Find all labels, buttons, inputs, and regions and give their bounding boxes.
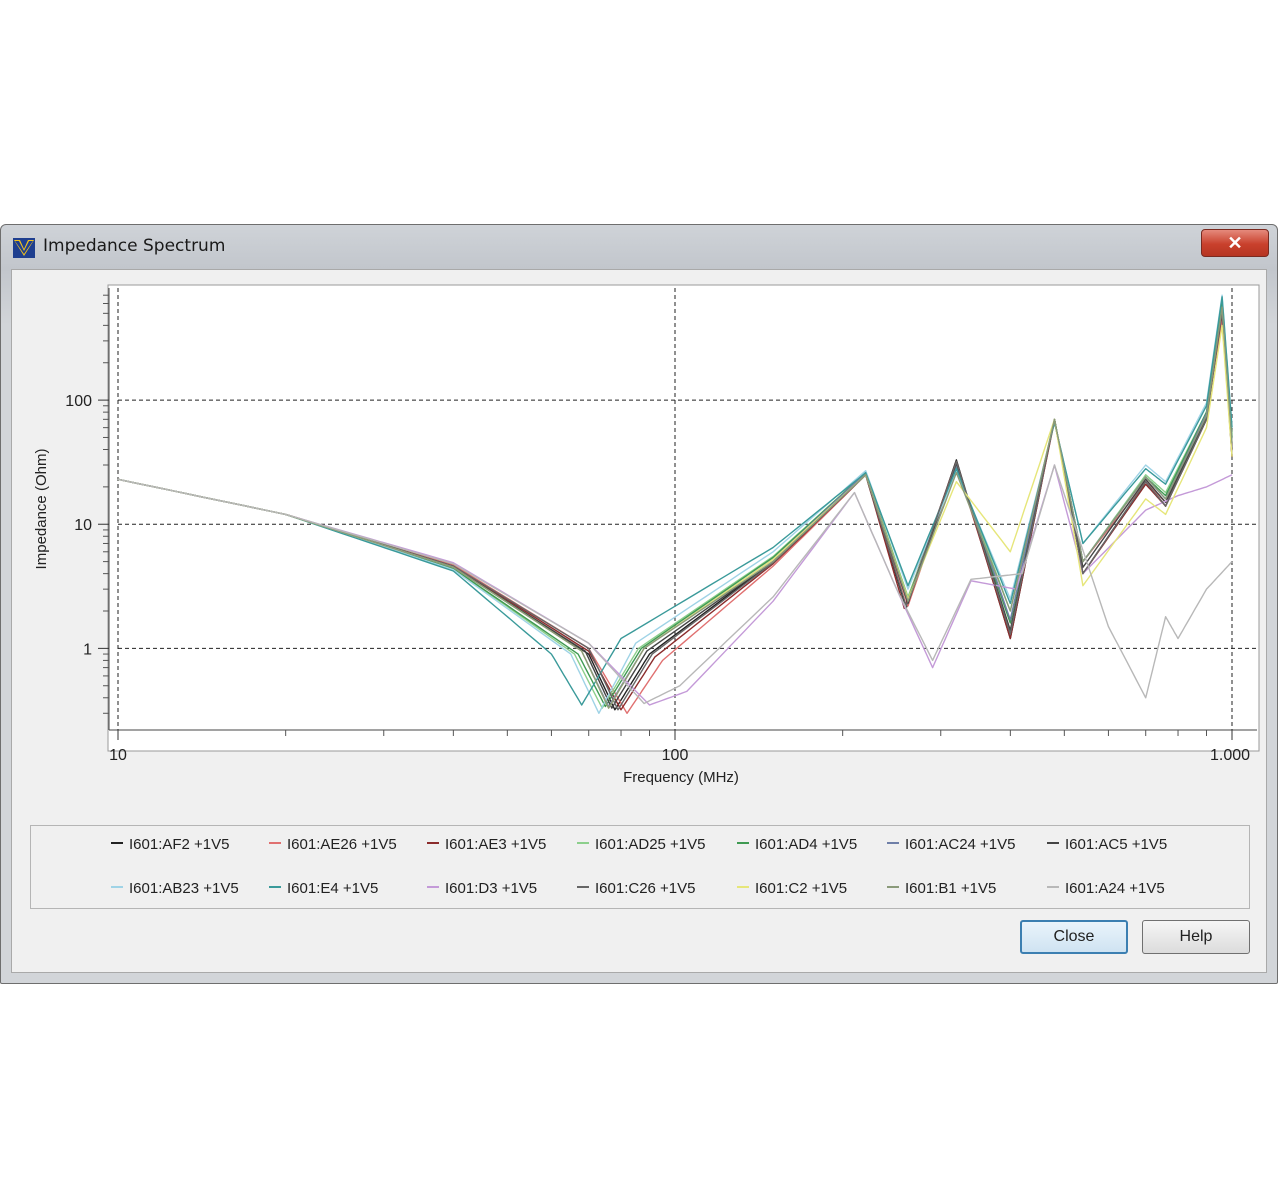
legend-label: I601:AB23 +1V5 — [129, 880, 239, 897]
app-icon — [13, 238, 35, 258]
close-button[interactable]: Close — [1020, 920, 1128, 954]
legend-item: I601:AD4 +1V5 — [737, 836, 857, 856]
x-tick-label: 10 — [109, 747, 127, 764]
legend-swatch — [1047, 886, 1059, 889]
legend: I601:AF2 +1V5 I601:AE26 +1V5 I601:AE3 +1V5… — [30, 825, 1250, 909]
legend-label: I601:E4 +1V5 — [287, 880, 379, 897]
legend-swatch — [111, 886, 123, 889]
legend-swatch — [427, 886, 439, 889]
legend-item: I601:B1 +1V5 — [887, 880, 996, 900]
x-tick-label: 100 — [662, 747, 689, 764]
y-tick-label: 1 — [83, 641, 92, 658]
legend-label: I601:AC5 +1V5 — [1065, 836, 1168, 853]
close-window-button[interactable]: ✕ — [1201, 229, 1269, 257]
y-tick-label: 10 — [74, 517, 92, 534]
legend-item: I601:D3 +1V5 — [427, 880, 537, 900]
legend-label: I601:C2 +1V5 — [755, 880, 848, 897]
window-title: Impedance Spectrum — [43, 236, 226, 256]
legend-label: I601:B1 +1V5 — [905, 880, 997, 897]
plot-area — [107, 284, 1260, 752]
legend-swatch — [737, 842, 749, 845]
legend-label: I601:AE26 +1V5 — [287, 836, 397, 853]
legend-item: I601:AF2 +1V5 — [111, 836, 230, 856]
legend-item: I601:AD25 +1V5 — [577, 836, 706, 856]
legend-item: I601:E4 +1V5 — [269, 880, 378, 900]
legend-item: I601:AB23 +1V5 — [111, 880, 239, 900]
y-tick-label: 100 — [65, 393, 92, 410]
legend-item: I601:AE26 +1V5 — [269, 836, 397, 856]
legend-swatch — [269, 886, 281, 889]
legend-label: I601:AF2 +1V5 — [129, 836, 230, 853]
legend-item: I601:AE3 +1V5 — [427, 836, 546, 856]
x-axis-title: Frequency (MHz) — [623, 769, 739, 786]
legend-swatch — [887, 842, 899, 845]
legend-item: I601:C2 +1V5 — [737, 880, 847, 900]
legend-label: I601:D3 +1V5 — [445, 880, 538, 897]
y-axis-title: Impedance (Ohm) — [33, 449, 50, 570]
legend-swatch — [577, 886, 589, 889]
legend-swatch — [269, 842, 281, 845]
window-client-area: 10 100 1.000 1 10 100 Frequency (MHz) Impedance… — [11, 269, 1267, 973]
impedance-chart: 10 100 1.000 1 10 100 Frequency (MHz) Impedance… — [33, 284, 1260, 786]
legend-swatch — [1047, 842, 1059, 845]
legend-item: I601:AC5 +1V5 — [1047, 836, 1167, 856]
title-bar[interactable]: Impedance Spectrum ✕ — [1, 225, 1277, 269]
legend-swatch — [577, 842, 589, 845]
legend-swatch — [427, 842, 439, 845]
legend-swatch — [737, 886, 749, 889]
legend-item: I601:AC24 +1V5 — [887, 836, 1016, 856]
close-icon: ✕ — [1227, 232, 1243, 253]
legend-label: I601:C26 +1V5 — [595, 880, 696, 897]
legend-swatch — [111, 842, 123, 845]
legend-label: I601:AD25 +1V5 — [595, 836, 706, 853]
x-tick-label: 1.000 — [1210, 747, 1250, 764]
legend-label: I601:A24 +1V5 — [1065, 880, 1165, 897]
help-button[interactable]: Help — [1142, 920, 1250, 954]
legend-label: I601:AE3 +1V5 — [445, 836, 547, 853]
impedance-spectrum-window: Impedance Spectrum ✕ 10 100 1.000 1 10 100 Fre… — [0, 224, 1278, 984]
legend-item: I601:A24 +1V5 — [1047, 880, 1165, 900]
legend-label: I601:AC24 +1V5 — [905, 836, 1016, 853]
legend-label: I601:AD4 +1V5 — [755, 836, 858, 853]
legend-swatch — [887, 886, 899, 889]
legend-item: I601:C26 +1V5 — [577, 880, 696, 900]
